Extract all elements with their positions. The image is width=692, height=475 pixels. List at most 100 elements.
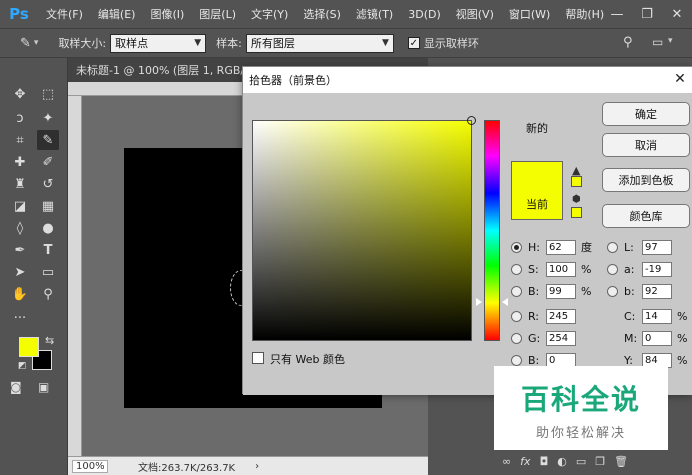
hue-slider[interactable] (484, 120, 500, 341)
c-input[interactable]: 14 (642, 308, 672, 324)
more-tools-icon[interactable]: ··· (9, 308, 31, 328)
s-input[interactable]: 100 (546, 261, 576, 277)
minimize-button[interactable]: — (602, 0, 632, 28)
radio-r[interactable] (511, 310, 522, 322)
menu-window[interactable]: 窗口(W) (509, 6, 550, 22)
workspace-icon[interactable]: ▭ (652, 35, 663, 49)
l-input[interactable]: 97 (642, 239, 672, 255)
move-tool-icon[interactable]: ✥ (9, 84, 31, 104)
trash-icon[interactable]: 🗑 (614, 455, 628, 468)
field-row-m: M: 0 % (607, 330, 687, 346)
field-row-s: S: 100 % (511, 261, 591, 277)
radio-blue[interactable] (511, 354, 522, 366)
field-label-y: Y: (624, 353, 633, 367)
dodge-tool-icon[interactable]: ● (37, 218, 59, 238)
radio-brightness[interactable] (511, 285, 522, 297)
folder-icon[interactable]: ▭ (576, 455, 586, 468)
gradient-tool-icon[interactable]: ▦ (37, 196, 59, 216)
status-arrow-icon[interactable]: › (255, 461, 259, 472)
photoshop-logo: Ps (9, 5, 29, 23)
menu-help[interactable]: 帮助(H) (565, 6, 604, 22)
magic-wand-tool-icon[interactable]: ✦ (37, 108, 59, 128)
hand-tool-icon[interactable]: ✋ (9, 284, 31, 304)
show-sampling-ring-checkbox[interactable]: ✓ (407, 37, 420, 49)
eyedropper-tool-icon[interactable]: ✎ (37, 130, 59, 150)
sample-size-select[interactable]: 取样点 ▼ (110, 33, 207, 53)
zoom-tool-icon[interactable]: ⚲ (37, 284, 59, 304)
crop-tool-icon[interactable]: ⌗ (9, 130, 31, 150)
stamp-tool-icon[interactable]: ♜ (9, 174, 31, 194)
h-input[interactable]: 62 (546, 239, 576, 255)
menu-type[interactable]: 文字(Y) (251, 6, 288, 22)
fx-icon[interactable]: fx (520, 455, 530, 468)
hue-slider-right-arrow-icon[interactable] (502, 298, 508, 306)
blur-tool-icon[interactable]: ◊ (9, 218, 31, 238)
radio-l[interactable] (607, 241, 618, 253)
lab-b-input[interactable]: 92 (642, 283, 672, 299)
menu-layer[interactable]: 图层(L) (199, 6, 236, 22)
menu-3d[interactable]: 3D(D) (408, 8, 441, 21)
saturation-brightness-field[interactable] (252, 120, 472, 341)
new-layer-icon[interactable]: ❐ (595, 455, 605, 468)
m-input[interactable]: 0 (642, 330, 672, 346)
workspace-chevron-icon[interactable]: ▾ (668, 36, 673, 46)
history-brush-tool-icon[interactable]: ↺ (37, 174, 59, 194)
link-layers-icon[interactable]: ∞ (502, 455, 511, 468)
menu-edit[interactable]: 编辑(E) (98, 6, 136, 22)
s-unit: % (581, 262, 592, 276)
cancel-button[interactable]: 取消 (602, 133, 690, 157)
g-input[interactable]: 254 (546, 330, 576, 346)
radio-lab-b[interactable] (607, 285, 618, 297)
gamut-swatch[interactable] (571, 176, 582, 187)
default-colors-icon[interactable]: ◩ (18, 361, 27, 371)
radio-h[interactable] (511, 241, 522, 253)
field-label-g: G: (528, 331, 541, 345)
mask-icon[interactable]: ◘ (540, 455, 549, 468)
rectangle-tool-icon[interactable]: ▭ (37, 262, 59, 282)
sample-select[interactable]: 所有图层 ▼ (245, 33, 394, 53)
brush-tool-icon[interactable]: ✐ (37, 152, 59, 172)
lasso-tool-icon[interactable]: ↄ (9, 108, 31, 128)
m-unit: % (677, 331, 688, 345)
screen-mode-icon[interactable]: ▣ (38, 380, 49, 394)
pen-tool-icon[interactable]: ✒ (9, 240, 31, 260)
status-bar: 100% 文档:263.7K/263.7K › (68, 456, 428, 475)
menu-filter[interactable]: 滤镜(T) (356, 6, 393, 22)
ok-button[interactable]: 确定 (602, 102, 690, 126)
tools-panel: ✥ ⬚ ↄ ✦ ⌗ ✎ ✚ ✐ ♜ ↺ ◪ ▦ ◊ ● ✒ T ➤ ▭ ✋ ⚲ … (0, 58, 68, 475)
swap-colors-icon[interactable]: ⇆ (45, 334, 54, 347)
adjustment-icon[interactable]: ◐ (557, 455, 567, 468)
quick-mask-icon[interactable]: ◙ (10, 380, 22, 394)
path-selection-tool-icon[interactable]: ➤ (9, 262, 31, 282)
radio-a[interactable] (607, 263, 618, 275)
radio-g[interactable] (511, 332, 522, 344)
close-icon[interactable]: ✕ (671, 70, 689, 88)
web-safe-swatch[interactable] (571, 207, 582, 218)
field-label-r: R: (528, 309, 540, 323)
close-window-button[interactable]: ✕ (662, 0, 692, 28)
color-libraries-button[interactable]: 颜色库 (602, 204, 690, 228)
eyedropper-tool-icon[interactable]: ✎ (20, 36, 31, 51)
add-to-swatches-button[interactable]: 添加到色板 (602, 168, 690, 192)
zoom-level[interactable]: 100% (72, 459, 108, 473)
menu-select[interactable]: 选择(S) (303, 6, 341, 22)
radio-s[interactable] (511, 263, 522, 275)
brightness-input[interactable]: 99 (546, 283, 576, 299)
menu-file[interactable]: 文件(F) (46, 6, 83, 22)
type-tool-icon[interactable]: T (37, 240, 59, 260)
search-icon[interactable]: ⚲ (623, 35, 633, 50)
a-input[interactable]: -19 (642, 261, 672, 277)
foreground-color-swatch[interactable] (19, 337, 39, 357)
web-colors-only-checkbox[interactable] (252, 352, 264, 364)
menu-image[interactable]: 图像(I) (150, 6, 184, 22)
color-marker[interactable] (467, 116, 476, 125)
maximize-button[interactable]: ❐ (632, 0, 662, 28)
tool-preset-chevron-icon[interactable]: ▾ (34, 38, 39, 48)
healing-brush-tool-icon[interactable]: ✚ (9, 152, 31, 172)
eraser-tool-icon[interactable]: ◪ (9, 196, 31, 216)
web-safe-cube-icon[interactable]: ⬢ (572, 194, 581, 205)
r-input[interactable]: 245 (546, 308, 576, 324)
menu-view[interactable]: 视图(V) (456, 6, 494, 22)
hue-slider-left-arrow-icon[interactable] (476, 298, 482, 306)
marquee-tool-icon[interactable]: ⬚ (37, 84, 59, 104)
